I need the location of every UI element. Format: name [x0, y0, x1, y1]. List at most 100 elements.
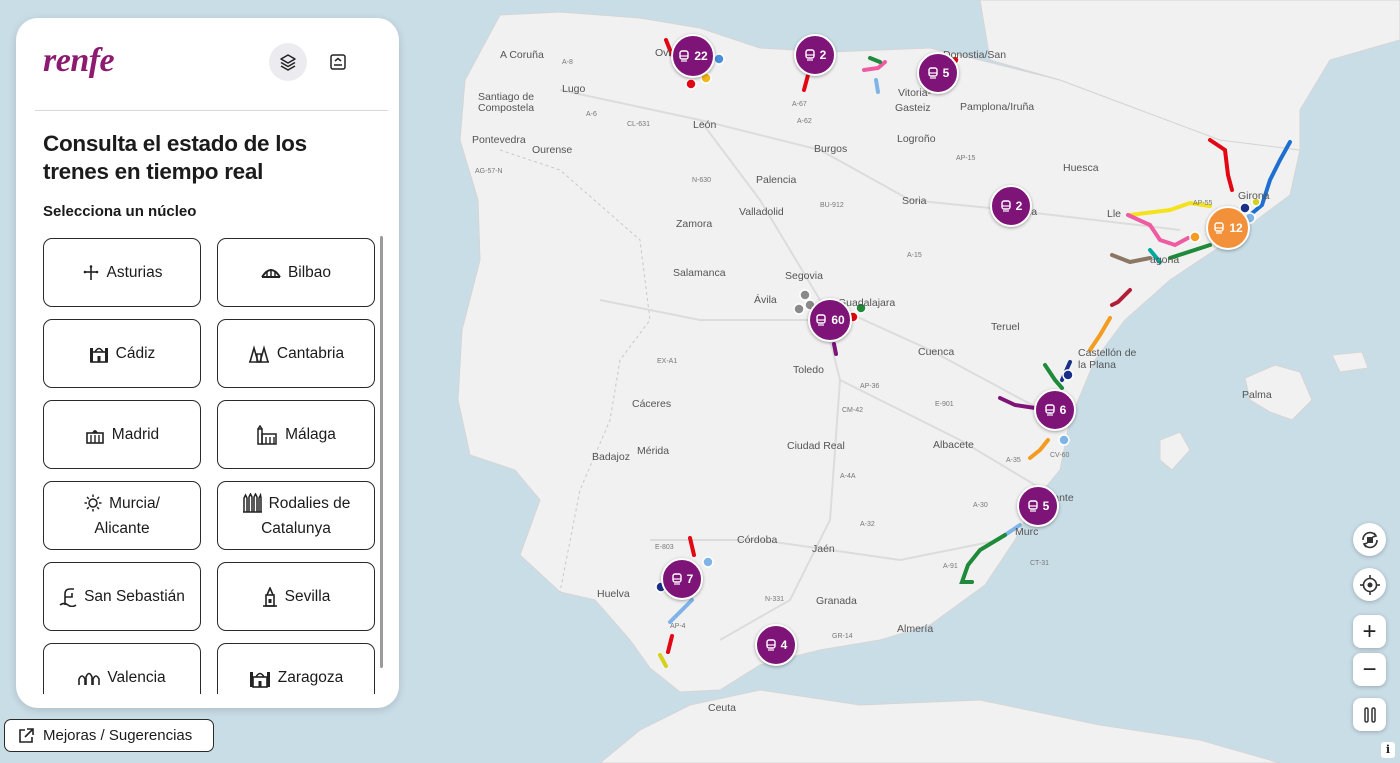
nucleo-button-cantabria[interactable]: Cantabria	[217, 319, 375, 388]
madrid-palace-icon	[85, 429, 104, 444]
collapse-panel-button[interactable]	[319, 43, 357, 81]
nucleo-label: Catalunya	[261, 519, 331, 537]
place-label: Pontevedra	[472, 134, 526, 146]
nucleo-label: Valencia	[107, 669, 166, 686]
train-cluster-san-sebastian[interactable]: 5	[917, 52, 959, 94]
place-label: Burgos	[814, 143, 847, 155]
train-cluster-malaga[interactable]: 4	[755, 624, 797, 666]
san-sebastian-sculpture-icon	[59, 587, 77, 607]
train-icon	[1000, 200, 1011, 212]
svg-text:N-630: N-630	[692, 177, 711, 184]
nucleo-button-zaragoza[interactable]: Zaragoza	[217, 643, 375, 694]
feedback-button[interactable]: Mejoras / Sugerencias	[4, 719, 214, 752]
train-icon	[671, 573, 682, 585]
zoom-in-button[interactable]: +	[1353, 615, 1386, 648]
nucleo-button-catalunya[interactable]: Rodalies de Catalunya	[217, 481, 375, 550]
place-label: Ávila	[754, 293, 777, 306]
nucleo-button-bilbao[interactable]: Bilbao	[217, 238, 375, 307]
train-cluster-murcia-alicante[interactable]: 5	[1017, 485, 1059, 527]
place-label: Granada	[816, 595, 857, 607]
train-cluster-valencia[interactable]: 6	[1034, 389, 1076, 431]
nucleo-button-san-sebastian[interactable]: San Sebastián	[43, 562, 201, 631]
svg-text:A-4A: A-4A	[840, 473, 856, 480]
svg-text:CM-42: CM-42	[842, 407, 863, 414]
train-icon	[1214, 222, 1225, 234]
panel-title: Consulta el estado de los trenes en tiem…	[43, 131, 307, 184]
malaga-cathedral-icon	[257, 424, 277, 445]
renfe-logo[interactable]: renfe	[43, 42, 115, 80]
svg-text:A-91: A-91	[943, 563, 958, 570]
nucleo-button-cadiz[interactable]: Cádiz	[43, 319, 201, 388]
place-label: Palma	[1242, 389, 1272, 401]
collapse-panel-icon	[330, 54, 346, 70]
place-label: Jaén	[812, 543, 835, 555]
external-link-icon	[19, 727, 34, 743]
zoom-out-button[interactable]: −	[1353, 653, 1386, 686]
place-label: Castellón de	[1078, 347, 1137, 359]
nucleo-button-asturias[interactable]: Asturias	[43, 238, 201, 307]
pause-button[interactable]	[1353, 698, 1386, 731]
train-cluster-madrid[interactable]: 60	[808, 298, 852, 342]
place-label: Palencia	[756, 174, 796, 186]
train-cluster-cantabria[interactable]: 2	[794, 34, 836, 76]
feedback-label: Mejoras / Sugerencias	[43, 727, 193, 744]
place-label: Segovia	[785, 270, 823, 282]
nucleo-label: Cádiz	[115, 345, 156, 362]
svg-text:A-6: A-6	[586, 111, 597, 118]
rotate-map-button[interactable]	[1353, 523, 1386, 556]
nucleo-label: Alicante	[94, 519, 150, 537]
place-label: Teruel	[991, 321, 1020, 333]
layers-icon	[280, 54, 296, 71]
svg-text:CL-631: CL-631	[627, 121, 650, 128]
svg-text:A-15: A-15	[907, 252, 922, 259]
place-label: Salamanca	[673, 267, 726, 279]
cluster-count: 2	[1015, 199, 1023, 213]
nucleo-button-madrid[interactable]: Madrid	[43, 400, 201, 469]
place-label: Gasteiz	[895, 102, 931, 114]
nucleo-button-sevilla[interactable]: Sevilla	[217, 562, 375, 631]
map-attribution-button[interactable]: i	[1381, 742, 1395, 758]
place-label: Badajoz	[592, 451, 630, 463]
nucleo-button-murcia-alicante[interactable]: Murcia/ Alicante	[43, 481, 201, 550]
svg-text:GR-14: GR-14	[832, 633, 853, 640]
nucleo-label: Madrid	[111, 426, 160, 443]
land-ibiza	[1159, 431, 1191, 471]
svg-text:AG-57-N: AG-57-N	[475, 168, 503, 175]
rotate-map-icon	[1361, 531, 1378, 548]
train-cluster-catalunya[interactable]: 12	[1206, 206, 1250, 250]
place-label: Toledo	[793, 364, 824, 376]
locate-me-icon	[1359, 574, 1380, 595]
cluster-count: 60	[831, 313, 845, 327]
panel-scrollbar[interactable]	[380, 236, 383, 668]
murcia-sun-icon	[84, 494, 102, 512]
place-label: Lugo	[562, 83, 586, 95]
place-label: Soria	[902, 195, 927, 207]
place-label: Logroño	[897, 133, 936, 145]
bilbao-bridge-icon	[261, 268, 281, 278]
nucleo-grid: Asturias Bilbao Cádiz Cantabria Madrid M…	[43, 238, 378, 694]
valencia-arches-icon	[78, 672, 101, 685]
train-cluster-sevilla[interactable]: 7	[661, 558, 703, 600]
cadiz-cathedral-icon	[89, 347, 108, 363]
nucleo-button-valencia[interactable]: Valencia	[43, 643, 201, 694]
cluster-count: 22	[694, 49, 708, 63]
place-label: Huesca	[1063, 162, 1099, 174]
nucleo-label: Asturias	[106, 264, 163, 281]
place-label: Lle	[1107, 208, 1121, 220]
train-cluster-zaragoza[interactable]: 2	[990, 185, 1032, 227]
place-label: Ceuta	[708, 702, 736, 714]
nucleo-button-malaga[interactable]: Málaga	[217, 400, 375, 469]
place-label: Compostela	[478, 102, 534, 114]
cluster-count: 5	[942, 66, 950, 80]
layers-button[interactable]	[269, 43, 307, 81]
train-icon	[679, 50, 690, 62]
place-label: Murc	[1015, 526, 1038, 538]
locate-me-button[interactable]	[1353, 568, 1386, 601]
svg-text:E-803: E-803	[655, 544, 674, 551]
svg-text:A-67: A-67	[792, 101, 807, 108]
train-cluster-asturias[interactable]: 22	[671, 34, 715, 78]
nucleo-label: Málaga	[285, 426, 336, 443]
cantabria-palace-icon	[248, 344, 269, 363]
nucleo-panel: renfe Consulta el estado de los trenes e…	[16, 18, 399, 708]
nucleo-label: Rodalies de	[268, 494, 351, 512]
